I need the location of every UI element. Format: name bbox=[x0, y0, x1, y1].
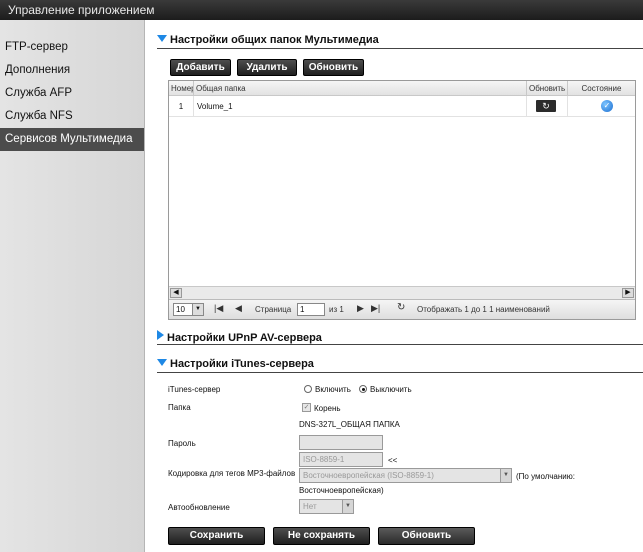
media-shares-header[interactable]: Настройки общих папок Мультимедиа bbox=[157, 34, 379, 46]
disable-label: Выключить bbox=[370, 385, 412, 394]
autoupdate-label: Автообновление bbox=[168, 503, 230, 512]
column-header-status[interactable]: Состояние bbox=[568, 81, 635, 96]
page-input[interactable]: 1 bbox=[297, 303, 325, 316]
encoding-input[interactable]: ISO-8859-1 bbox=[299, 452, 383, 467]
refresh-icon[interactable]: ↻ bbox=[536, 100, 556, 112]
itunes-header[interactable]: Настройки iTunes-сервера bbox=[157, 358, 314, 370]
row-status-cell: ✓ bbox=[568, 96, 635, 117]
sidebar-item-afp[interactable]: Служба AFP bbox=[0, 82, 144, 105]
upnp-header[interactable]: Настройки UPnP AV-сервера bbox=[157, 330, 322, 344]
pager: 10 ▼ |◀ ◀ Страница 1 из 1 ▶ ▶| ↻ Отобража… bbox=[169, 299, 635, 319]
sidebar-item-addons[interactable]: Дополнения bbox=[0, 59, 144, 82]
row-number: 1 bbox=[169, 96, 194, 117]
next-page-icon[interactable]: ▶ bbox=[357, 303, 364, 314]
row-folder: Volume_1 bbox=[194, 96, 527, 117]
media-shares-title: Настройки общих папок Мультимедиа bbox=[170, 34, 379, 46]
refresh-all-button[interactable]: Обновить все bbox=[303, 59, 364, 88]
password-label: Пароль bbox=[168, 439, 196, 448]
expand-triangle-icon bbox=[157, 330, 164, 340]
root-label: Корень bbox=[314, 404, 341, 413]
collapse-triangle-icon bbox=[157, 35, 167, 42]
folder-path: DNS-327L_ОБЩАЯ ПАПКА bbox=[299, 420, 400, 429]
chevron-down-icon: ▼ bbox=[342, 500, 353, 513]
itunes-server-label: iTunes-сервер bbox=[168, 385, 221, 394]
page-size-value: 10 bbox=[176, 305, 185, 314]
section-divider bbox=[157, 372, 643, 373]
scroll-left-icon[interactable]: ◀ bbox=[170, 288, 182, 298]
chevron-down-icon: ▼ bbox=[192, 304, 203, 315]
last-page-icon[interactable]: ▶| bbox=[371, 303, 380, 314]
encoding-select[interactable]: Восточноевропейская (ISO-8859-1) ▼ bbox=[299, 468, 512, 483]
scroll-right-icon[interactable]: ▶ bbox=[622, 288, 634, 298]
sidebar-item-nfs[interactable]: Служба NFS bbox=[0, 105, 144, 128]
refresh-button[interactable]: Обновить bbox=[378, 527, 475, 545]
dont-save-button[interactable]: Не сохранять bbox=[273, 527, 370, 545]
upnp-title: Настройки UPnP AV-сервера bbox=[167, 332, 322, 344]
section-divider bbox=[157, 48, 643, 49]
encoding-default-note: (По умолчанию: bbox=[516, 472, 575, 481]
sidebar-item-multimedia[interactable]: Сервисов Мультимедиа bbox=[0, 128, 144, 151]
delete-button[interactable]: Удалить bbox=[237, 59, 297, 76]
page-label: Страница bbox=[255, 305, 292, 314]
folder-label: Папка bbox=[168, 403, 191, 412]
encoding-copy-arrow[interactable]: << bbox=[388, 456, 397, 465]
root-checkbox[interactable]: ✓ bbox=[302, 403, 311, 412]
sidebar: FTP-сервер Дополнения Служба AFP Служба … bbox=[0, 20, 145, 552]
page-of-label: из 1 bbox=[329, 305, 344, 314]
chevron-down-icon: ▼ bbox=[500, 469, 511, 482]
section-divider bbox=[157, 344, 643, 345]
enable-label: Включить bbox=[315, 385, 351, 394]
encoding-label: Кодировка для тегов MP3-файлов bbox=[168, 469, 296, 478]
save-settings-button[interactable]: Сохранить настройки bbox=[168, 527, 265, 552]
row-refresh-cell: ↻ bbox=[527, 96, 568, 117]
sidebar-item-ftp[interactable]: FTP-сервер bbox=[0, 36, 144, 59]
itunes-title: Настройки iTunes-сервера bbox=[170, 358, 314, 370]
collapse-triangle-icon bbox=[157, 359, 167, 366]
password-field[interactable] bbox=[299, 435, 383, 450]
prev-page-icon[interactable]: ◀ bbox=[235, 303, 242, 314]
add-button[interactable]: Добавить bbox=[170, 59, 231, 76]
enable-radio[interactable] bbox=[304, 385, 312, 393]
table-row[interactable]: 1 Volume_1 ↻ ✓ bbox=[169, 96, 635, 117]
disable-radio[interactable] bbox=[359, 385, 367, 393]
autoupdate-value: Нет bbox=[303, 502, 317, 511]
table-header: Номер Общая папка Обновить Состояние bbox=[169, 81, 635, 96]
column-header-num[interactable]: Номер bbox=[169, 81, 194, 96]
display-count: Отображать 1 до 1 1 наименований bbox=[417, 305, 550, 314]
encoding-select-value: Восточноевропейская (ISO-8859-1) bbox=[303, 471, 434, 480]
check-icon: ✓ bbox=[601, 100, 613, 112]
app-title: Управление приложением bbox=[0, 0, 643, 20]
horizontal-scrollbar[interactable]: ◀ ▶ bbox=[169, 286, 635, 299]
page-size-select[interactable]: 10 ▼ bbox=[173, 303, 204, 316]
shares-table: Номер Общая папка Обновить Состояние 1 V… bbox=[168, 80, 636, 320]
encoding-default-value: Восточноевропейская) bbox=[299, 486, 384, 495]
column-header-folder[interactable]: Общая папка bbox=[194, 81, 527, 96]
autoupdate-select[interactable]: Нет ▼ bbox=[299, 499, 354, 514]
first-page-icon[interactable]: |◀ bbox=[214, 303, 223, 314]
column-header-refresh[interactable]: Обновить bbox=[527, 81, 568, 96]
reload-icon[interactable]: ↻ bbox=[397, 302, 405, 313]
